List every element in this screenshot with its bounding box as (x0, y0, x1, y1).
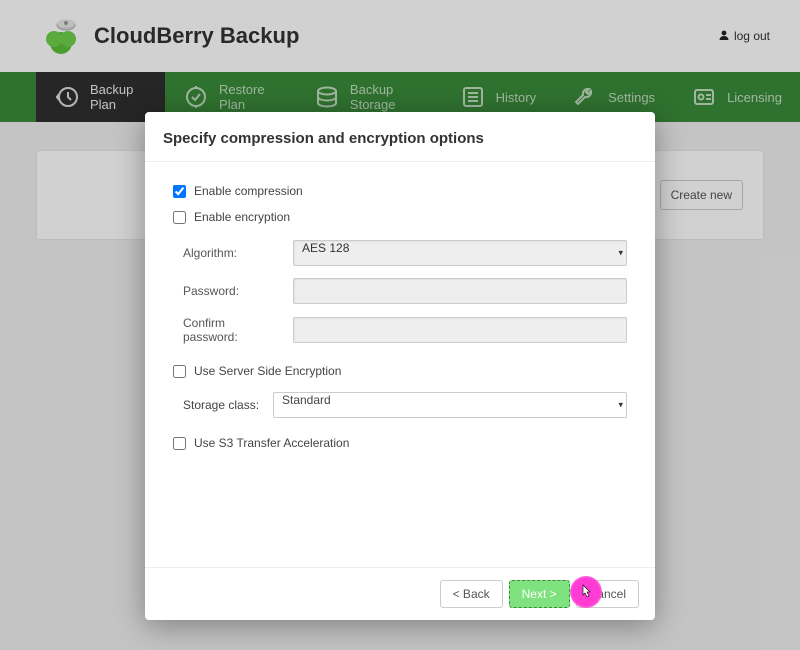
license-icon (691, 84, 717, 110)
cloudberry-logo-icon (40, 15, 82, 57)
list-icon (460, 84, 486, 110)
modal-body: Enable compression Enable encryption Alg… (145, 162, 655, 567)
use-s3-accel-row: Use S3 Transfer Acceleration (173, 436, 627, 450)
next-button[interactable]: Next > (509, 580, 570, 608)
enable-encryption-label: Enable encryption (194, 210, 290, 224)
algorithm-value: AES 128 (293, 240, 627, 266)
nav-item-label: Backup Plan (90, 82, 147, 112)
modal-footer: < Back Next > Cancel (145, 567, 655, 620)
storage-class-label: Storage class: (183, 398, 263, 412)
use-sse-label: Use Server Side Encryption (194, 364, 341, 378)
use-sse-row: Use Server Side Encryption (173, 364, 627, 378)
nav-item-label: Settings (608, 90, 655, 105)
create-new-button[interactable]: Create new (660, 180, 743, 210)
wrench-icon (572, 84, 598, 110)
storage-class-select[interactable]: Standard ▾ (273, 392, 627, 418)
storage-class-row: Storage class: Standard ▾ (183, 392, 627, 418)
enable-encryption-row: Enable encryption (173, 210, 627, 224)
clock-restore-icon (54, 84, 80, 110)
password-label: Password: (183, 284, 283, 298)
algorithm-select[interactable]: AES 128 ▾ (293, 240, 627, 266)
compression-encryption-modal: Specify compression and encryption optio… (145, 112, 655, 620)
enable-compression-row: Enable compression (173, 184, 627, 198)
user-icon (718, 29, 730, 44)
use-s3-accel-checkbox[interactable] (173, 437, 186, 450)
nav-item-label: History (496, 90, 536, 105)
nav-item-label: Backup Storage (350, 82, 424, 112)
chevron-down-icon: ▾ (618, 248, 623, 259)
nav-item-label: Restore Plan (219, 82, 278, 112)
chevron-down-icon: ▾ (618, 400, 623, 411)
enable-compression-checkbox[interactable] (173, 185, 186, 198)
algorithm-label: Algorithm: (183, 246, 283, 260)
app-header: CloudBerry Backup log out (0, 0, 800, 72)
enable-compression-label: Enable compression (194, 184, 303, 198)
logout-label: log out (734, 29, 770, 43)
confirm-password-label: Confirm password: (183, 316, 283, 344)
use-s3-accel-label: Use S3 Transfer Acceleration (194, 436, 349, 450)
app-title: CloudBerry Backup (94, 23, 299, 49)
logout-link[interactable]: log out (718, 29, 770, 44)
logo: CloudBerry Backup (40, 15, 299, 57)
cancel-button[interactable]: Cancel (576, 580, 639, 608)
encryption-settings-grid: Algorithm: AES 128 ▾ Password: Confirm p… (183, 240, 627, 344)
modal-title: Specify compression and encryption optio… (145, 112, 655, 162)
confirm-password-input[interactable] (293, 317, 627, 343)
password-input[interactable] (293, 278, 627, 304)
storage-class-value: Standard (273, 392, 627, 418)
back-button[interactable]: < Back (440, 580, 503, 608)
use-sse-checkbox[interactable] (173, 365, 186, 378)
nav-licensing[interactable]: Licensing (673, 72, 800, 122)
nav-item-label: Licensing (727, 90, 782, 105)
enable-encryption-checkbox[interactable] (173, 211, 186, 224)
restore-icon (183, 84, 209, 110)
storage-icon (314, 84, 340, 110)
